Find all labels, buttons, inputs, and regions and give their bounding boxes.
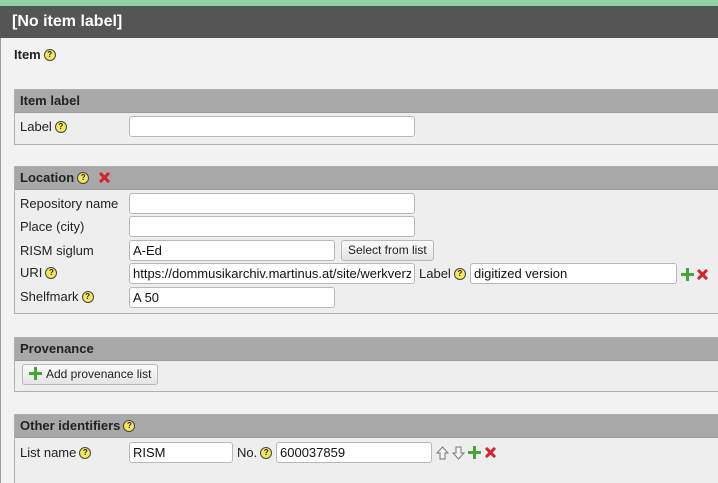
help-icon[interactable]: ? (453, 268, 466, 280)
section-item-label: Item label Label? (14, 89, 718, 145)
help-icon[interactable]: ? (54, 121, 67, 133)
add-icon[interactable] (468, 446, 481, 459)
help-icon[interactable]: ? (123, 420, 136, 432)
remove-icon[interactable] (98, 171, 111, 184)
list-name-label: List name? (20, 445, 92, 460)
help-icon[interactable]: ? (77, 172, 90, 184)
page-title: [No item label] (0, 6, 718, 38)
remove-icon[interactable] (696, 268, 709, 281)
add-provenance-list-button[interactable]: Add provenance list (22, 364, 159, 385)
select-from-list-button[interactable]: Select from list (341, 240, 434, 261)
help-icon[interactable]: ? (81, 291, 94, 303)
rism-siglum-input[interactable] (129, 240, 335, 261)
repository-name-input[interactable] (129, 193, 415, 214)
list-name-input[interactable] (129, 442, 233, 463)
help-icon[interactable]: ? (43, 49, 56, 61)
section-other-identifiers: Other identifiers? List name? No.? (14, 414, 718, 483)
uri-label-input[interactable] (470, 263, 677, 284)
help-icon[interactable]: ? (45, 267, 58, 279)
add-icon[interactable] (681, 268, 694, 281)
section-provenance: Provenance Add provenance list (14, 337, 718, 392)
uri-label: URI? (20, 265, 58, 280)
add-icon (29, 367, 42, 380)
place-city-label: Place (city) (20, 219, 85, 234)
shelfmark-label: Shelfmark? (20, 289, 94, 304)
uri-label-sublabel: Label? (419, 266, 466, 281)
section-header: Item label (15, 90, 718, 113)
shelfmark-input[interactable] (129, 287, 335, 308)
number-input[interactable] (276, 442, 432, 463)
uri-input[interactable] (129, 263, 415, 284)
arrow-up-icon[interactable] (436, 446, 449, 460)
help-icon[interactable]: ? (260, 447, 273, 459)
label-field-label: Label? (20, 119, 67, 134)
remove-icon[interactable] (484, 446, 497, 459)
arrow-down-icon[interactable] (452, 446, 465, 460)
repository-name-label: Repository name (20, 196, 119, 211)
help-icon[interactable]: ? (79, 447, 92, 459)
section-header: Other identifiers? (15, 415, 718, 438)
section-header: Provenance (15, 338, 718, 361)
place-city-input[interactable] (129, 216, 415, 237)
item-heading-label: Item (14, 47, 41, 62)
section-location: Location? Repository name Place (city) R… (14, 166, 718, 314)
item-label-input[interactable] (129, 116, 415, 137)
rism-siglum-label: RISM siglum (20, 243, 94, 258)
number-label: No.? (237, 445, 273, 460)
section-header: Location? (15, 167, 718, 190)
item-heading: Item? (14, 47, 56, 62)
